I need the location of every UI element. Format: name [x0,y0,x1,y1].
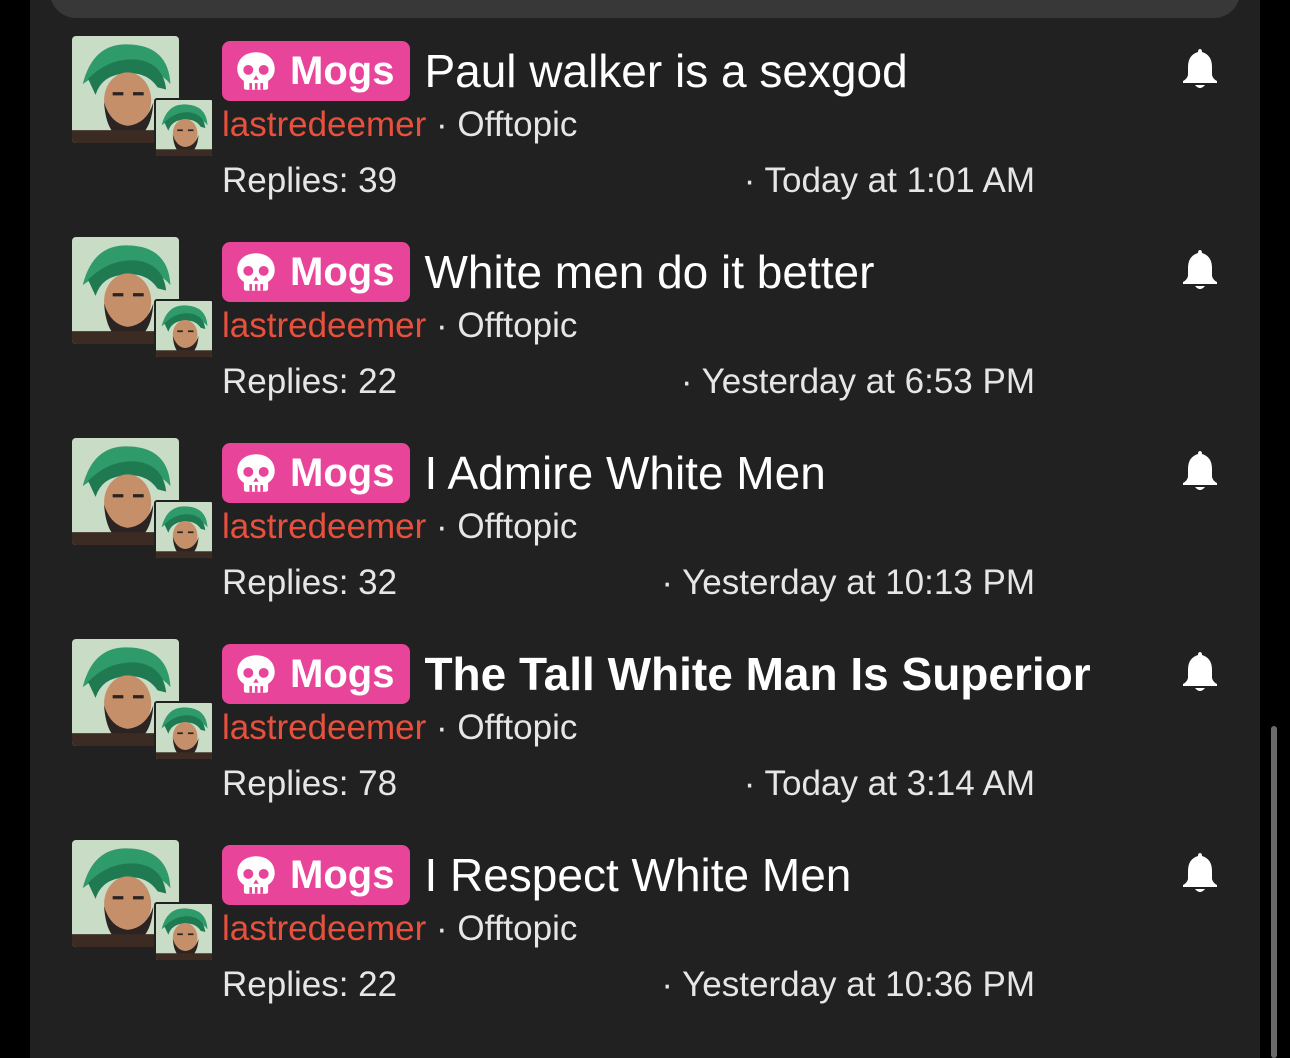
forum-link[interactable]: Offtopic [457,105,577,144]
bell-icon[interactable] [1180,851,1220,895]
forum-link[interactable]: Offtopic [457,306,577,345]
skull-icon [237,253,275,291]
bell-icon[interactable] [1180,47,1220,91]
thread-meta: lastredeemer · Offtopic [222,908,577,950]
last-post-date[interactable]: · Yesterday at 10:13 PM [661,562,1035,604]
author-link[interactable]: lastredeemer [222,708,426,747]
meta-separator: · [436,507,448,546]
author-link[interactable]: lastredeemer [222,507,426,546]
thread-title[interactable]: I Admire White Men [424,443,825,503]
prefix-label: Mogs [290,450,395,495]
prefix-label: Mogs [290,852,395,897]
last-post-date[interactable]: · Yesterday at 10:36 PM [661,964,1035,1006]
forum-link[interactable]: Offtopic [457,507,577,546]
thread-title[interactable]: Paul walker is a sexgod [424,41,907,101]
author-link[interactable]: lastredeemer [222,306,426,345]
meta-separator: · [436,909,448,948]
meta-separator: · [436,105,448,144]
thread-prefix-badge[interactable]: Mogs [222,443,411,503]
reply-count: Replies: 22 [222,362,398,401]
thread-prefix-badge[interactable]: Mogs [222,845,411,905]
thread-meta: lastredeemer · Offtopic [222,305,577,347]
last-post-date[interactable]: · Today at 1:01 AM [744,160,1035,202]
author-link[interactable]: lastredeemer [222,105,426,144]
thread-item[interactable]: Mogs White men do it better lastredeemer… [30,235,1260,436]
prefix-label: Mogs [290,651,395,696]
thread-prefix-badge[interactable]: Mogs [222,41,411,101]
prefix-label: Mogs [290,249,395,294]
meta-separator: · [436,306,448,345]
last-poster-avatar[interactable] [154,701,214,761]
forum-link[interactable]: Offtopic [457,909,577,948]
bell-icon[interactable] [1180,248,1220,292]
thread-title[interactable]: I Respect White Men [424,845,851,905]
scrollbar[interactable] [1271,726,1277,1058]
thread-item[interactable]: Mogs The Tall White Man Is Superior last… [30,637,1260,838]
last-poster-avatar[interactable] [154,902,214,962]
forum-link[interactable]: Offtopic [457,708,577,747]
thread-meta: lastredeemer · Offtopic [222,707,577,749]
last-post-date[interactable]: · Today at 3:14 AM [744,763,1035,805]
thread-list-page: Mogs Paul walker is a sexgod lastredeeme… [30,0,1260,1058]
author-link[interactable]: lastredeemer [222,909,426,948]
reply-count: Replies: 32 [222,563,398,602]
last-poster-avatar[interactable] [154,500,214,560]
thread-meta: lastredeemer · Offtopic [222,104,577,146]
bell-icon[interactable] [1180,449,1220,493]
thread-title[interactable]: White men do it better [424,242,874,302]
last-poster-avatar[interactable] [154,299,214,359]
last-poster-avatar[interactable] [154,98,214,158]
thread-title[interactable]: The Tall White Man Is Superior [424,644,1090,704]
search-bar[interactable] [50,0,1240,18]
skull-icon [237,454,275,492]
thread-meta: lastredeemer · Offtopic [222,506,577,548]
reply-count: Replies: 22 [222,965,398,1004]
thread-item[interactable]: Mogs I Admire White Men lastredeemer · O… [30,436,1260,637]
thread-prefix-badge[interactable]: Mogs [222,242,411,302]
reply-count: Replies: 39 [222,161,398,200]
thread-prefix-badge[interactable]: Mogs [222,644,411,704]
prefix-label: Mogs [290,48,395,93]
skull-icon [237,655,275,693]
thread-list: Mogs Paul walker is a sexgod lastredeeme… [30,34,1260,1039]
reply-count: Replies: 78 [222,764,398,803]
meta-separator: · [436,708,448,747]
thread-item[interactable]: Mogs Paul walker is a sexgod lastredeeme… [30,34,1260,235]
thread-item[interactable]: Mogs I Respect White Men lastredeemer · … [30,838,1260,1039]
skull-icon [237,856,275,894]
skull-icon [237,52,275,90]
last-post-date[interactable]: · Yesterday at 6:53 PM [681,361,1035,403]
bell-icon[interactable] [1180,650,1220,694]
